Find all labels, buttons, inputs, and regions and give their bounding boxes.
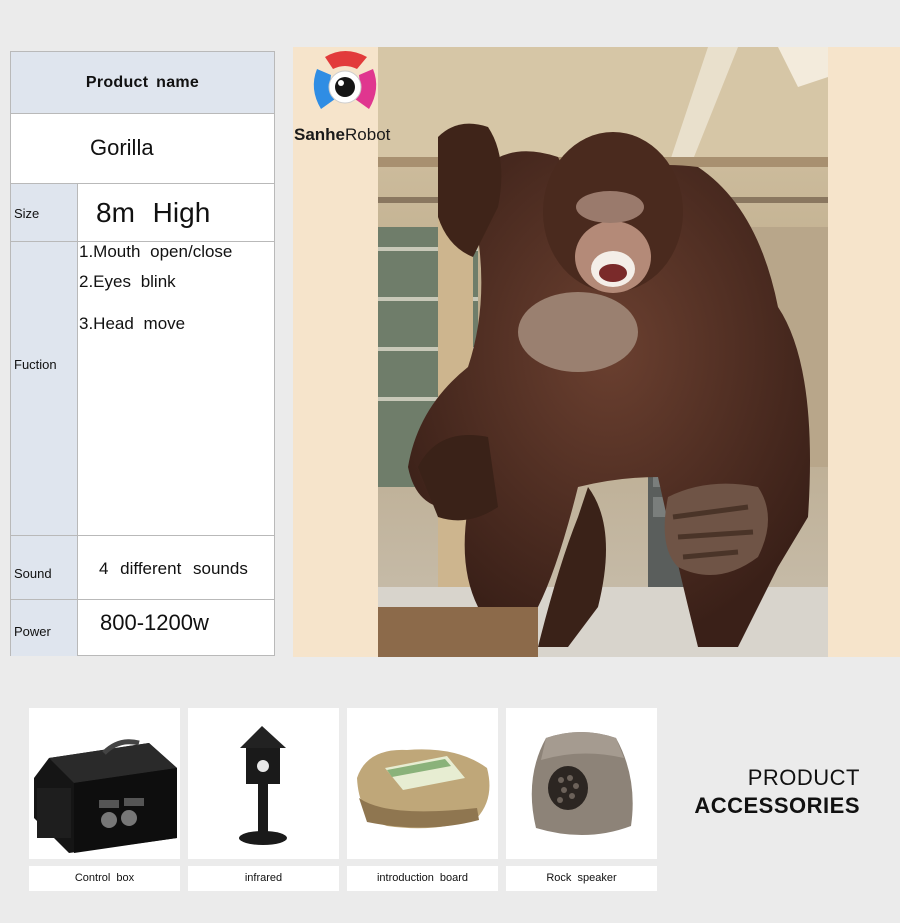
product-photo-frame: SanheRobot	[293, 47, 900, 657]
spec-header: Product name	[85, 73, 200, 91]
accessory-introduction-board: introduction board	[347, 708, 498, 891]
accessory-label: introduction board	[347, 866, 498, 891]
power-value: 800-1200w	[100, 610, 209, 635]
function-item: 2.Eyes blink	[79, 272, 176, 291]
accessories-title-line2: ACCESSORIES	[694, 793, 860, 818]
sanherobot-logo: SanheRobot	[293, 47, 403, 147]
sound-value: 4 different sounds	[99, 559, 248, 578]
logo-text: SanheRobot	[294, 125, 391, 144]
accessory-control-box: Control box	[29, 708, 180, 891]
introduction-board-image	[357, 749, 490, 829]
size-value: 8m High	[96, 197, 211, 228]
function-item: 3.Head move	[79, 314, 186, 333]
accessory-label: Control box	[29, 866, 180, 891]
function-row: Fuction 1.Mouth open/close 2.Eyes blink …	[11, 242, 274, 536]
power-label: Power	[14, 624, 51, 639]
accessory-rock-speaker: Rock speaker	[506, 708, 657, 891]
accessory-label: infrared	[188, 866, 339, 891]
logo-emblem-icon	[313, 51, 377, 109]
product-name-value: Gorilla	[90, 135, 154, 160]
sound-row: Sound 4 different sounds	[11, 536, 274, 600]
function-label: Fuction	[14, 357, 57, 372]
rock-speaker-image	[531, 732, 633, 836]
power-row: Power 800-1200w	[11, 600, 274, 656]
accessory-infrared: infrared	[188, 708, 339, 891]
gorilla-photo	[378, 47, 828, 657]
control-box-image	[34, 739, 177, 853]
infrared-sensor-image	[239, 726, 287, 845]
function-item: 1.Mouth open/close	[79, 242, 233, 261]
size-label: Size	[14, 206, 40, 221]
product-name-row: Gorilla	[11, 114, 274, 184]
spec-header-row: Product name	[11, 52, 274, 114]
gorilla-image	[378, 47, 828, 657]
accessory-label: Rock speaker	[506, 866, 657, 891]
sound-label: Sound	[14, 566, 52, 581]
accessories-title: PRODUCT ACCESSORIES	[694, 765, 860, 819]
product-spec-table: Product name Gorilla Size 8m High Fuctio…	[10, 51, 275, 656]
accessories-title-line1: PRODUCT	[747, 765, 860, 790]
size-row: Size 8m High	[11, 184, 274, 242]
